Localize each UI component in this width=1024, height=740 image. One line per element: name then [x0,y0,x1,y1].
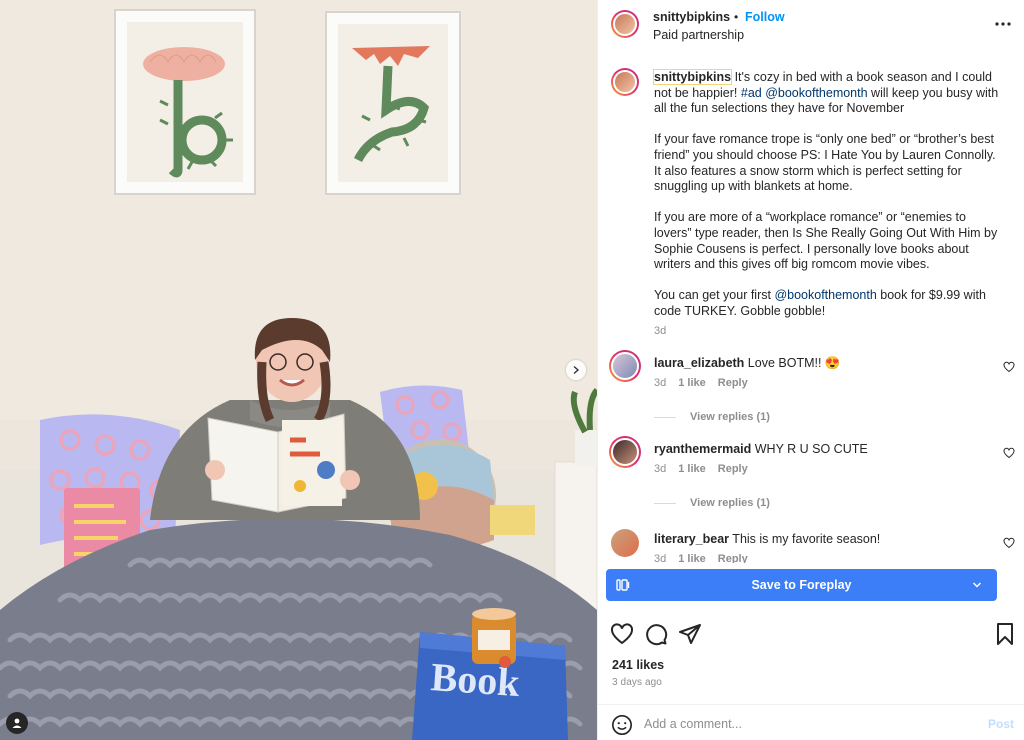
caption-p4-a: You can get your first [654,288,775,303]
user-tag-icon [12,718,22,728]
comments-scroll-area[interactable]: snittybipkins It's cozy in bed with a bo… [598,63,1024,563]
post-date[interactable]: 3 days ago [612,677,662,688]
heart-icon[interactable] [610,622,634,646]
caption-p2: If your fave romance trope is “only one … [654,132,996,194]
caption: snittybipkins It's cozy in bed with a bo… [652,69,1004,340]
photo-scene: Book [0,0,597,740]
comment-username[interactable]: laura_elizabeth [654,356,744,370]
post-comment-button[interactable]: Post [988,717,1014,731]
comment-text: WHY R U SO CUTE [751,442,868,456]
comment-likes[interactable]: 1 like [678,553,706,563]
author-username[interactable]: snittybipkins [653,10,730,24]
comment-text: This is my favorite season! [729,532,881,546]
caption-username[interactable]: snittybipkins [652,69,733,85]
comment-username[interactable]: ryanthemermaid [654,442,751,456]
caption-mention-1[interactable]: @bookofthemonth [765,86,867,100]
commenter-avatar[interactable] [611,529,639,557]
caption-mention-2[interactable]: @bookofthemonth [774,288,876,302]
framed-art-left [114,9,256,195]
comment-text: Love BOTM!! 😍 [744,356,841,370]
view-replies-button[interactable]: View replies (1) [654,411,770,423]
chevron-down-icon[interactable] [972,580,982,590]
comment-reply-button[interactable]: Reply [718,377,748,389]
hashtag-ad[interactable]: #ad [741,86,762,100]
caption-avatar[interactable] [611,68,639,96]
comment-likes[interactable]: 1 like [678,377,706,389]
commenter-avatar[interactable] [609,350,641,382]
comment-reply-button[interactable]: Reply [718,463,748,475]
add-comment-bar: Post [598,704,1024,740]
heart-icon[interactable] [1003,361,1015,373]
view-replies-label: View replies (1) [690,497,770,509]
bookmark-icon[interactable] [993,622,1017,646]
author-avatar[interactable] [611,10,639,38]
header-separator: • [734,10,739,24]
paid-partnership-label[interactable]: Paid partnership [653,28,744,42]
post-header: snittybipkins • Follow Paid partnership [598,0,1024,52]
comment-icon[interactable] [644,622,668,646]
framed-art-right [325,11,461,195]
likes-count[interactable]: 241 likes [612,658,664,672]
commenter-avatar[interactable] [609,436,641,468]
comment-likes[interactable]: 1 like [678,463,706,475]
save-to-foreplay-label: Save to Foreplay [751,578,852,592]
comment-time[interactable]: 3d [654,553,666,563]
comment-time[interactable]: 3d [654,463,666,475]
comment-username[interactable]: literary_bear [654,532,729,546]
more-horizontal-icon [995,22,1011,26]
user-tags-button[interactable] [6,712,28,734]
post-actions [598,622,1024,646]
mug [472,608,516,668]
post-photo[interactable]: Book [0,0,597,740]
comment-time[interactable]: 3d [654,377,666,389]
follow-button[interactable]: Follow [745,10,785,24]
chevron-right-icon [573,365,580,375]
heart-icon[interactable] [1003,447,1015,459]
caption-time[interactable]: 3d [654,324,1004,340]
post-side-panel: snittybipkins • Follow Paid partnership … [597,0,1024,740]
view-replies-label: View replies (1) [690,411,770,423]
send-icon[interactable] [678,622,702,646]
more-options-button[interactable] [992,14,1014,34]
caption-p3: If you are more of a “workplace romance”… [654,210,998,272]
emoji-icon[interactable] [611,714,633,736]
comment-reply-button[interactable]: Reply [718,553,748,563]
save-to-foreplay-button[interactable]: Save to Foreplay [606,569,997,601]
comment-input[interactable] [644,713,974,735]
view-replies-button[interactable]: View replies (1) [654,497,770,509]
heart-icon[interactable] [1003,537,1015,549]
next-photo-button[interactable] [566,360,586,380]
